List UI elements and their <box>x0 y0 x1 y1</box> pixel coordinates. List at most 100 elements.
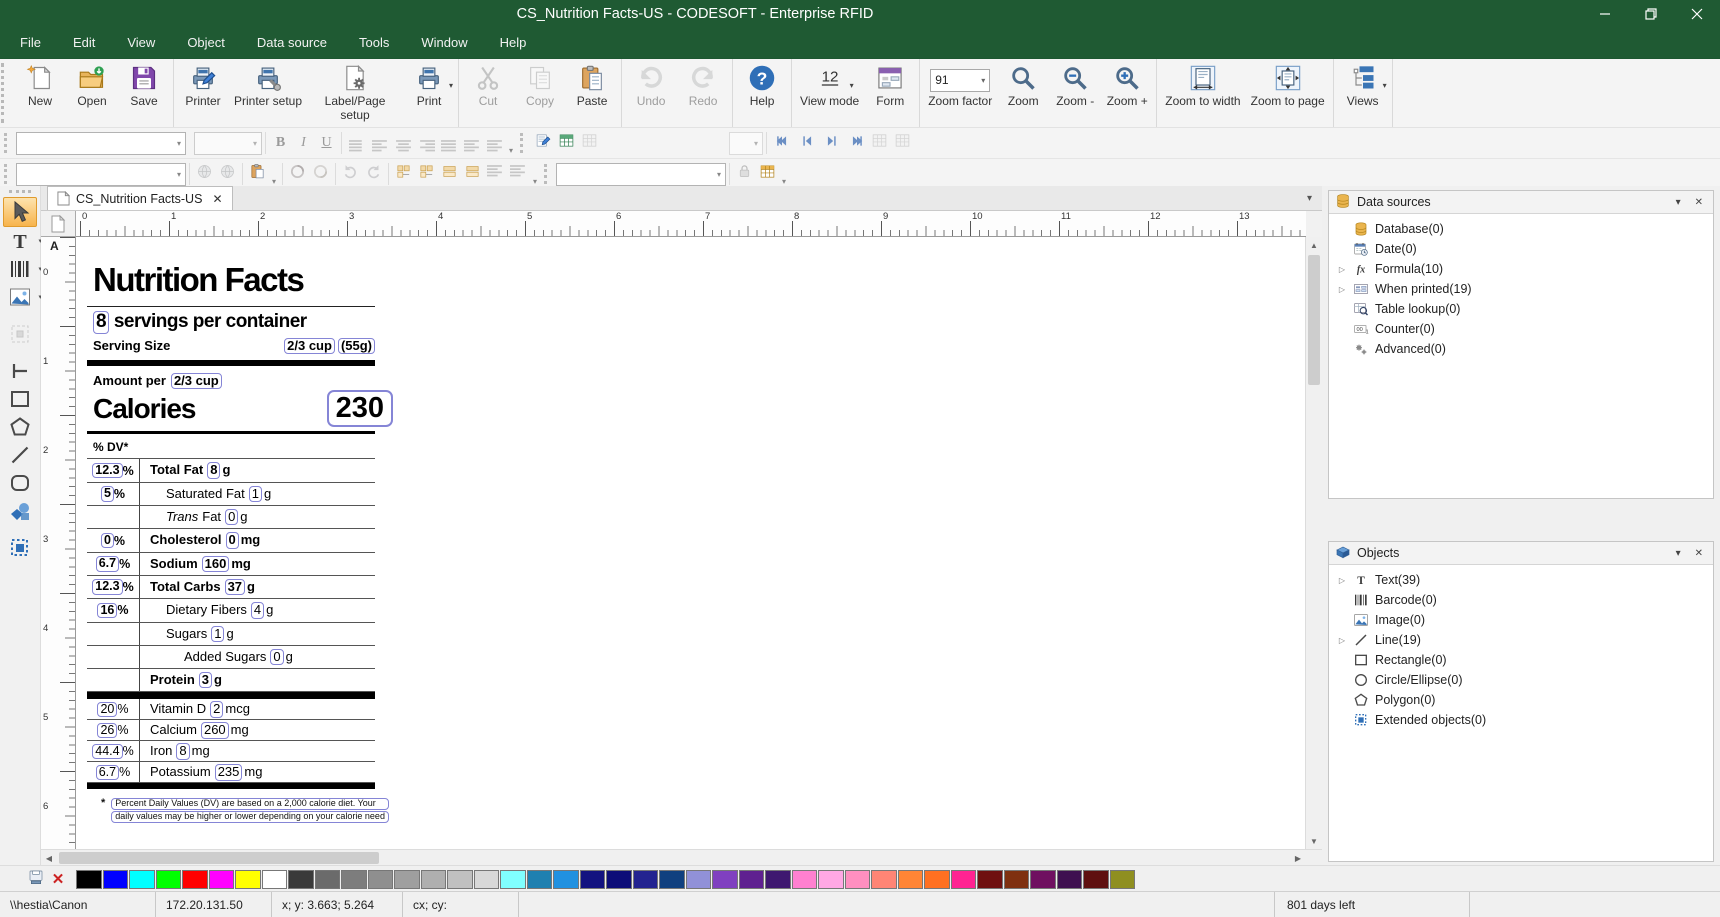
data-sources-item-counter-0-[interactable]: 001Counter(0) <box>1329 319 1713 339</box>
menu-object[interactable]: Object <box>171 28 241 58</box>
datagrid-button[interactable] <box>555 132 578 154</box>
nutrient-row[interactable]: Sugars1g <box>87 623 375 646</box>
print-button[interactable]: ▾Print <box>403 61 455 111</box>
table-tool-button[interactable] <box>756 163 779 185</box>
color-swatch[interactable] <box>951 870 977 889</box>
data-field[interactable]: 26 <box>97 723 117 739</box>
new-button[interactable]: New <box>14 61 66 111</box>
panel-close-icon[interactable]: ✕ <box>1691 197 1707 208</box>
nutrient-row[interactable]: Protein3g <box>87 669 375 692</box>
zoom--button[interactable]: Zoom - <box>1049 61 1101 111</box>
horizontal-scrollbar[interactable]: ◀ ▶ <box>41 849 1322 866</box>
color-swatch[interactable] <box>686 870 712 889</box>
zoom-button[interactable]: Zoom <box>997 61 1049 111</box>
record-combo[interactable]: ▾ <box>729 132 763 155</box>
design-canvas[interactable]: Nutrition Facts8 servings per containerS… <box>76 237 1305 849</box>
menu-window[interactable]: Window <box>405 28 483 58</box>
data-field[interactable]: 12.3 <box>92 579 122 595</box>
data-field[interactable]: 2/3 cup <box>284 338 335 354</box>
distribute-vertical-button[interactable] <box>461 163 484 185</box>
data-sources-item-formula-10-[interactable]: ▷fxFormula(10) <box>1329 259 1713 279</box>
objects-item-text-39-[interactable]: ▷TText(39) <box>1329 570 1713 590</box>
color-swatch[interactable] <box>1030 870 1056 889</box>
toolbar-grip[interactable] <box>4 164 12 184</box>
text-tool[interactable]: T▾ <box>4 227 36 255</box>
nutrient-row[interactable]: 0%Cholesterol0mg <box>87 529 375 552</box>
paste-special-button[interactable] <box>246 163 269 185</box>
line-tool[interactable] <box>4 357 36 385</box>
help-button[interactable]: ?Help <box>736 61 788 111</box>
data-field[interactable]: 5 <box>101 486 114 502</box>
data-field[interactable]: Percent Daily Values (DV) are based on a… <box>111 798 389 810</box>
color-swatch[interactable] <box>262 870 288 889</box>
font-size-combo[interactable]: ▾ <box>194 132 262 155</box>
scroll-down-icon[interactable]: ▼ <box>1306 833 1322 849</box>
toolbar-overflow-icon[interactable]: ▾ <box>509 146 513 158</box>
color-swatch[interactable] <box>712 870 738 889</box>
distribute-horizontal-button[interactable] <box>438 163 461 185</box>
data-field[interactable]: 16 <box>97 603 117 619</box>
first-record-button[interactable] <box>770 132 793 154</box>
palette-close-button[interactable]: ✕ <box>48 869 68 889</box>
image-tool[interactable]: ▾ <box>4 283 36 311</box>
data-field[interactable]: 3 <box>199 672 212 688</box>
nutrient-row[interactable]: 12.3%Total Carbs37g <box>87 576 375 599</box>
data-field[interactable]: 44.4 <box>92 744 122 760</box>
rounded-rectangle-tool[interactable] <box>4 469 36 497</box>
color-swatch[interactable] <box>156 870 182 889</box>
chevron-down-icon[interactable]: ▾ <box>449 81 453 90</box>
data-field[interactable]: 8 <box>176 743 189 759</box>
rectangle-tool[interactable] <box>4 385 36 413</box>
color-swatch[interactable] <box>739 870 765 889</box>
nutrition-label-design[interactable]: Nutrition Facts8 servings per containerS… <box>87 263 383 824</box>
toolbar-grip[interactable] <box>1 63 10 123</box>
layer-combo[interactable]: ▾ <box>556 163 726 186</box>
data-field[interactable]: 0 <box>270 649 283 665</box>
save-button[interactable]: Save <box>118 61 170 111</box>
color-swatch[interactable] <box>659 870 685 889</box>
data-field[interactable]: 2/3 cup <box>171 373 222 389</box>
color-swatch[interactable] <box>288 870 314 889</box>
nutrient-row[interactable]: 16%Dietary Fibers4g <box>87 599 375 622</box>
palette-save-button[interactable] <box>26 869 46 889</box>
objects-item-image-0-[interactable]: Image(0) <box>1329 610 1713 630</box>
toolbar-grip[interactable] <box>520 133 528 153</box>
toolbar-grip[interactable] <box>4 133 12 153</box>
scroll-right-icon[interactable]: ▶ <box>1290 850 1306 866</box>
color-swatch[interactable] <box>394 870 420 889</box>
footnote[interactable]: *Percent Daily Values (DV) are based on … <box>87 797 377 824</box>
data-field[interactable]: 4 <box>251 602 264 618</box>
paste-button[interactable]: Paste <box>566 61 618 111</box>
data-field[interactable]: 160 <box>202 556 230 572</box>
next-record-button[interactable] <box>820 132 843 154</box>
color-swatch[interactable] <box>792 870 818 889</box>
color-swatch[interactable] <box>553 870 579 889</box>
color-swatch[interactable] <box>341 870 367 889</box>
align-bottom-button[interactable] <box>415 163 438 185</box>
color-swatch[interactable] <box>924 870 950 889</box>
vitamin-row[interactable]: 20%Vitamin D2mcg <box>87 699 375 720</box>
data-field[interactable]: 6.7 <box>96 556 119 572</box>
color-swatch[interactable] <box>580 870 606 889</box>
chevron-down-icon[interactable]: ▾ <box>1383 81 1387 90</box>
scroll-thumb[interactable] <box>59 852 379 864</box>
objects-item-polygon-0-[interactable]: Polygon(0) <box>1329 690 1713 710</box>
printer-button[interactable]: Printer <box>177 61 229 111</box>
data-field[interactable]: 1 <box>211 626 224 642</box>
color-swatch[interactable] <box>421 870 447 889</box>
data-field[interactable]: 12.3 <box>92 463 122 479</box>
ruler-corner-button[interactable] <box>41 211 76 237</box>
data-field[interactable]: 0 <box>101 533 114 549</box>
vitamin-row[interactable]: 6.7%Potassium235mg <box>87 762 375 783</box>
data-field[interactable]: 1 <box>249 486 262 502</box>
data-sources-item-table-lookup-0-[interactable]: Table lookup(0) <box>1329 299 1713 319</box>
nutrient-row[interactable]: 12.3%Total Fat8g <box>87 459 375 482</box>
edit-datasource-button[interactable] <box>532 132 555 154</box>
menu-tools[interactable]: Tools <box>343 28 405 58</box>
close-tab-icon[interactable]: ✕ <box>212 192 222 206</box>
data-field[interactable]: 2 <box>210 701 223 717</box>
object-name-combo[interactable]: ▾ <box>16 163 186 186</box>
printer-setup-button[interactable]: Printer setup <box>229 61 307 111</box>
color-swatch[interactable] <box>818 870 844 889</box>
restore-button[interactable] <box>1628 0 1674 28</box>
